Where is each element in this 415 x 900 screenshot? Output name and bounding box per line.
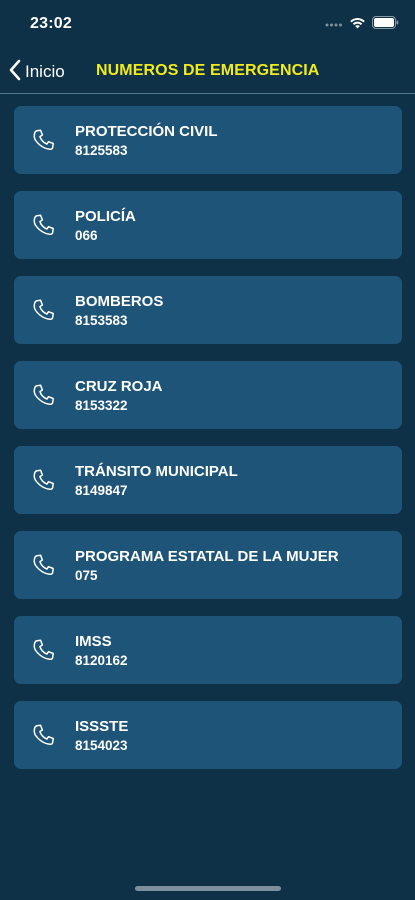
list-item[interactable]: IMSS 8120162 <box>14 616 402 684</box>
contact-number: 8153322 <box>75 398 128 413</box>
status-icons <box>325 16 399 34</box>
signal-icon <box>325 16 343 34</box>
status-bar: 23:02 <box>0 0 415 50</box>
phone-icon <box>32 213 56 237</box>
contact-name: TRÁNSITO MUNICIPAL <box>75 463 238 480</box>
navigation-bar: Inicio NUMEROS DE EMERGENCIA <box>0 50 415 94</box>
home-indicator[interactable] <box>135 886 281 891</box>
contact-number: 8154023 <box>75 738 128 753</box>
contact-number: 8153583 <box>75 313 128 328</box>
phone-icon <box>32 723 56 747</box>
contact-name: POLICÍA <box>75 208 136 225</box>
contact-name: IMSS <box>75 633 112 650</box>
list-item[interactable]: PROTECCIÓN CIVIL 8125583 <box>14 106 402 174</box>
emergency-number-list: PROTECCIÓN CIVIL 8125583 POLICÍA 066 BOM… <box>14 106 402 786</box>
phone-icon <box>32 468 56 492</box>
wifi-icon <box>349 16 366 34</box>
page-title: NUMEROS DE EMERGENCIA <box>96 62 320 79</box>
contact-number: 8120162 <box>75 653 128 668</box>
contact-number: 075 <box>75 568 98 583</box>
contact-name: ISSSTE <box>75 718 129 735</box>
phone-icon <box>32 553 56 577</box>
battery-icon <box>372 16 399 34</box>
status-time: 23:02 <box>30 15 72 32</box>
contact-number: 8149847 <box>75 483 128 498</box>
back-label: Inicio <box>25 62 65 81</box>
phone-icon <box>32 383 56 407</box>
list-item[interactable]: PROGRAMA ESTATAL DE LA MUJER 075 <box>14 531 402 599</box>
list-item[interactable]: TRÁNSITO MUNICIPAL 8149847 <box>14 446 402 514</box>
contact-name: PROGRAMA ESTATAL DE LA MUJER <box>75 548 339 565</box>
chevron-left-icon <box>8 59 22 86</box>
phone-icon <box>32 128 56 152</box>
list-item[interactable]: POLICÍA 066 <box>14 191 402 259</box>
list-item[interactable]: BOMBEROS 8153583 <box>14 276 402 344</box>
contact-number: 8125583 <box>75 143 128 158</box>
back-button[interactable]: Inicio <box>8 58 65 86</box>
contact-number: 066 <box>75 228 98 243</box>
phone-icon <box>32 638 56 662</box>
contact-name: PROTECCIÓN CIVIL <box>75 123 218 140</box>
list-item[interactable]: ISSSTE 8154023 <box>14 701 402 769</box>
phone-icon <box>32 298 56 322</box>
list-item[interactable]: CRUZ ROJA 8153322 <box>14 361 402 429</box>
contact-name: CRUZ ROJA <box>75 378 163 395</box>
contact-name: BOMBEROS <box>75 293 164 310</box>
